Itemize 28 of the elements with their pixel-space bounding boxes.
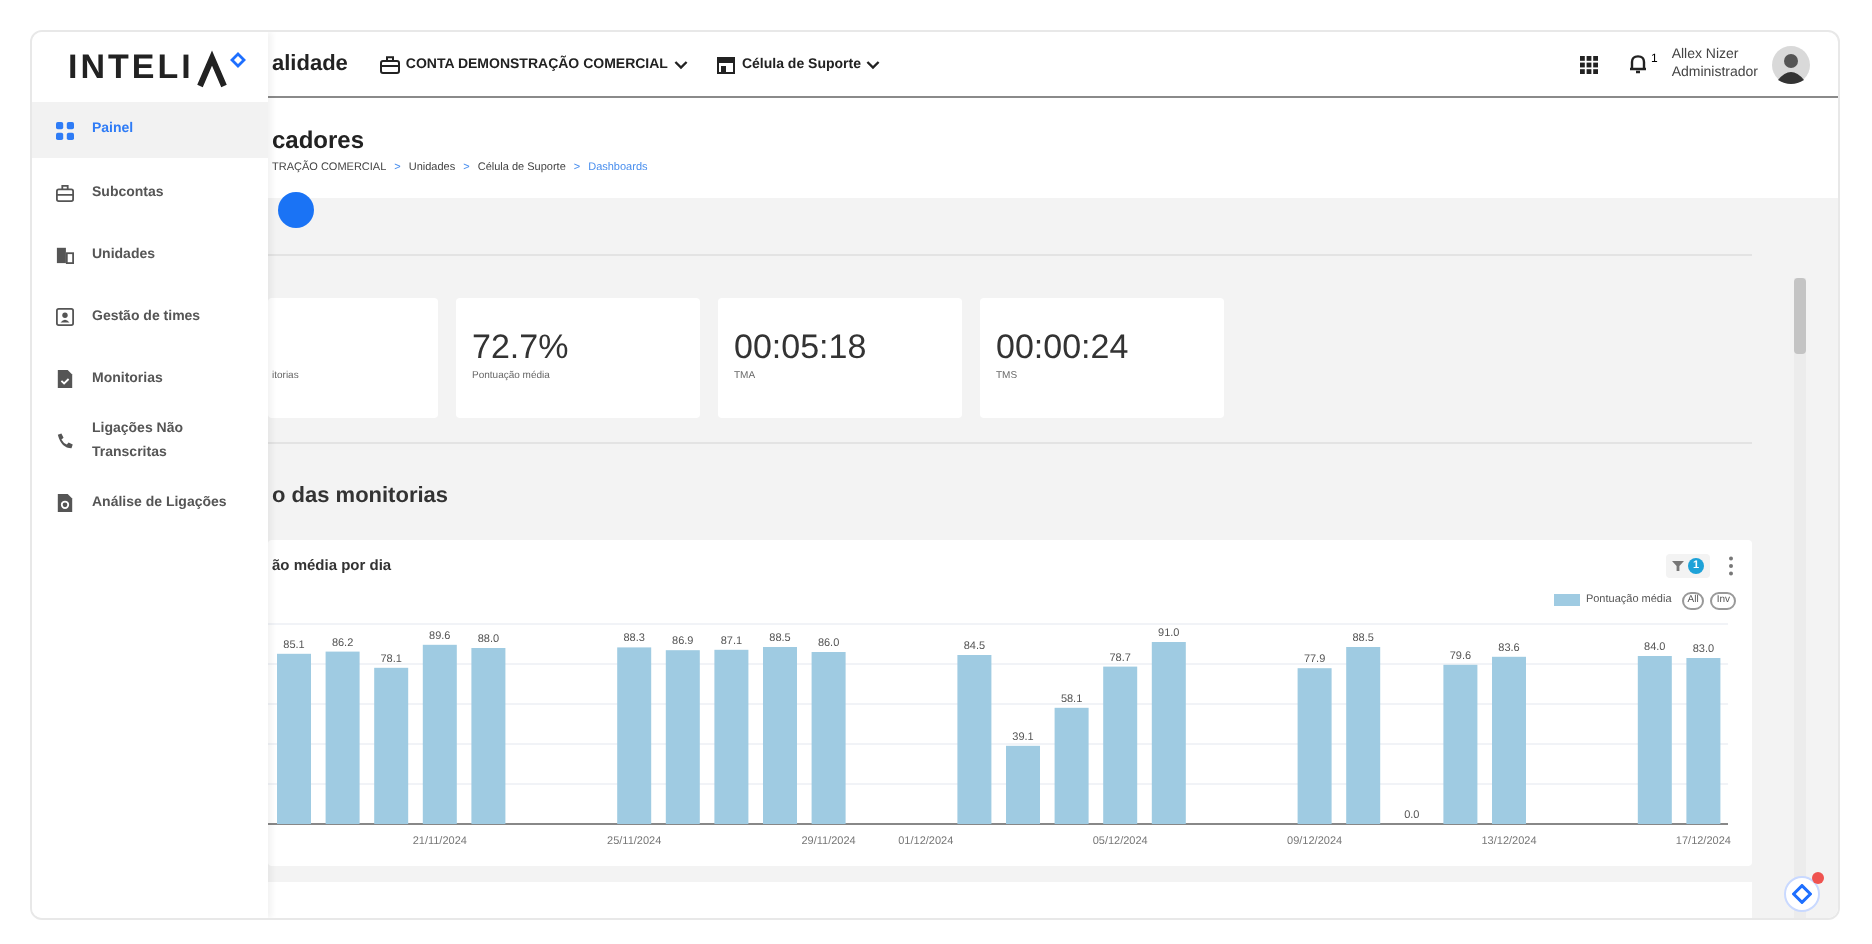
scrollbar[interactable] (1794, 278, 1806, 918)
store-icon (715, 55, 736, 73)
bar (1054, 706, 1089, 824)
kpi-value: 00:00:24 (996, 327, 1131, 368)
grid-icon (56, 121, 74, 139)
building-icon (56, 246, 74, 264)
id-card-icon (56, 308, 74, 326)
bar (1006, 744, 1040, 824)
filter-icon (1672, 559, 1684, 572)
round-knob[interactable] (278, 192, 314, 228)
phone-icon (56, 432, 74, 450)
document-icon (56, 370, 74, 388)
kpi-value: 72.7% (472, 327, 571, 368)
report-icon (56, 494, 74, 512)
more-options-icon[interactable] (1728, 555, 1734, 576)
kpi-value: 00:05:18 (734, 327, 869, 368)
logo-text: INTELI (68, 47, 194, 87)
chevron-down-icon (673, 59, 688, 69)
bell-icon (1630, 54, 1647, 74)
help-icon (1792, 884, 1812, 904)
page-title: alidade (272, 52, 348, 76)
chevron-down-icon (866, 59, 881, 69)
section-title: o das monitorias (272, 483, 451, 508)
apps-grid-icon[interactable] (1580, 55, 1599, 73)
page-heading: cadores (272, 126, 367, 154)
avatar[interactable] (1772, 45, 1810, 83)
briefcase-icon (379, 55, 400, 73)
briefcase-icon (56, 184, 74, 202)
